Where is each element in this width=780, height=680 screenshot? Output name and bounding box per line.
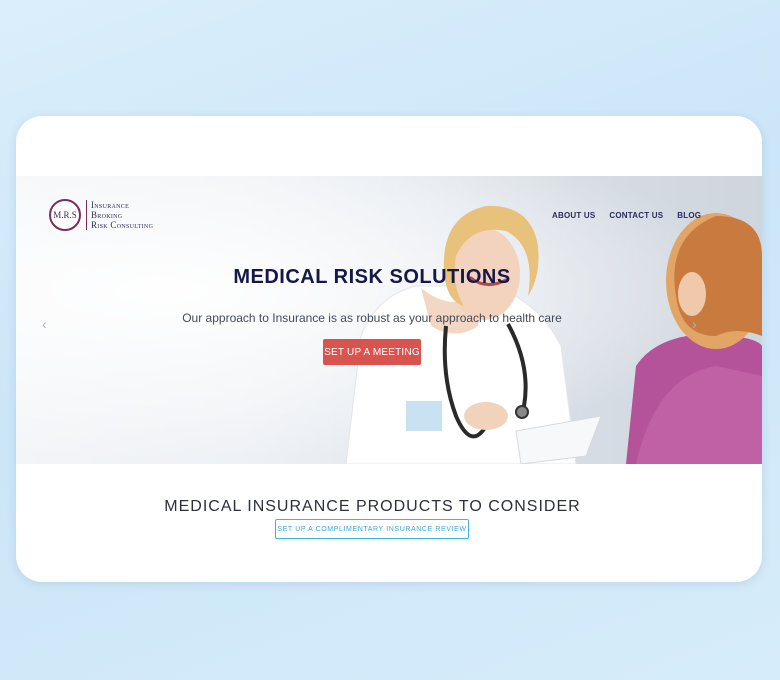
logo-wordmark: Insurance Broking Risk Consulting	[91, 200, 153, 230]
main-nav: ABOUT US CONTACT US BLOG	[552, 211, 701, 220]
set-up-meeting-button[interactable]: SET UP A MEETING	[323, 339, 421, 365]
nav-item-blog[interactable]: BLOG	[677, 211, 701, 220]
website-preview-card: M.R.S Insurance Broking Risk Consulting …	[16, 116, 762, 582]
brand-logo[interactable]: M.R.S Insurance Broking Risk Consulting	[49, 199, 153, 231]
patient-figure	[626, 213, 762, 464]
logo-line-3: Risk Consulting	[91, 220, 154, 230]
nav-item-about-us[interactable]: ABOUT US	[552, 211, 595, 220]
nav-item-contact-us[interactable]: CONTACT US	[609, 211, 663, 220]
logo-line-1: Insurance	[91, 200, 130, 210]
monogram-badge: M.R.S	[49, 199, 81, 231]
logo-divider	[86, 200, 87, 230]
doctor-figure	[345, 205, 602, 464]
hero-subtitle: Our approach to Insurance is as robust a…	[182, 311, 562, 325]
hero-banner: M.R.S Insurance Broking Risk Consulting …	[16, 176, 762, 464]
products-section-title: MEDICAL INSURANCE PRODUCTS TO CONSIDER	[164, 498, 581, 515]
insurance-review-button[interactable]: SET UP A COMPLIMENTARY INSURANCE REVIEW	[275, 519, 469, 539]
logo-line-2: Broking	[91, 210, 123, 220]
monogram-text: M.R.S	[53, 210, 77, 220]
hero-title: MEDICAL RISK SOLUTIONS	[233, 266, 511, 288]
